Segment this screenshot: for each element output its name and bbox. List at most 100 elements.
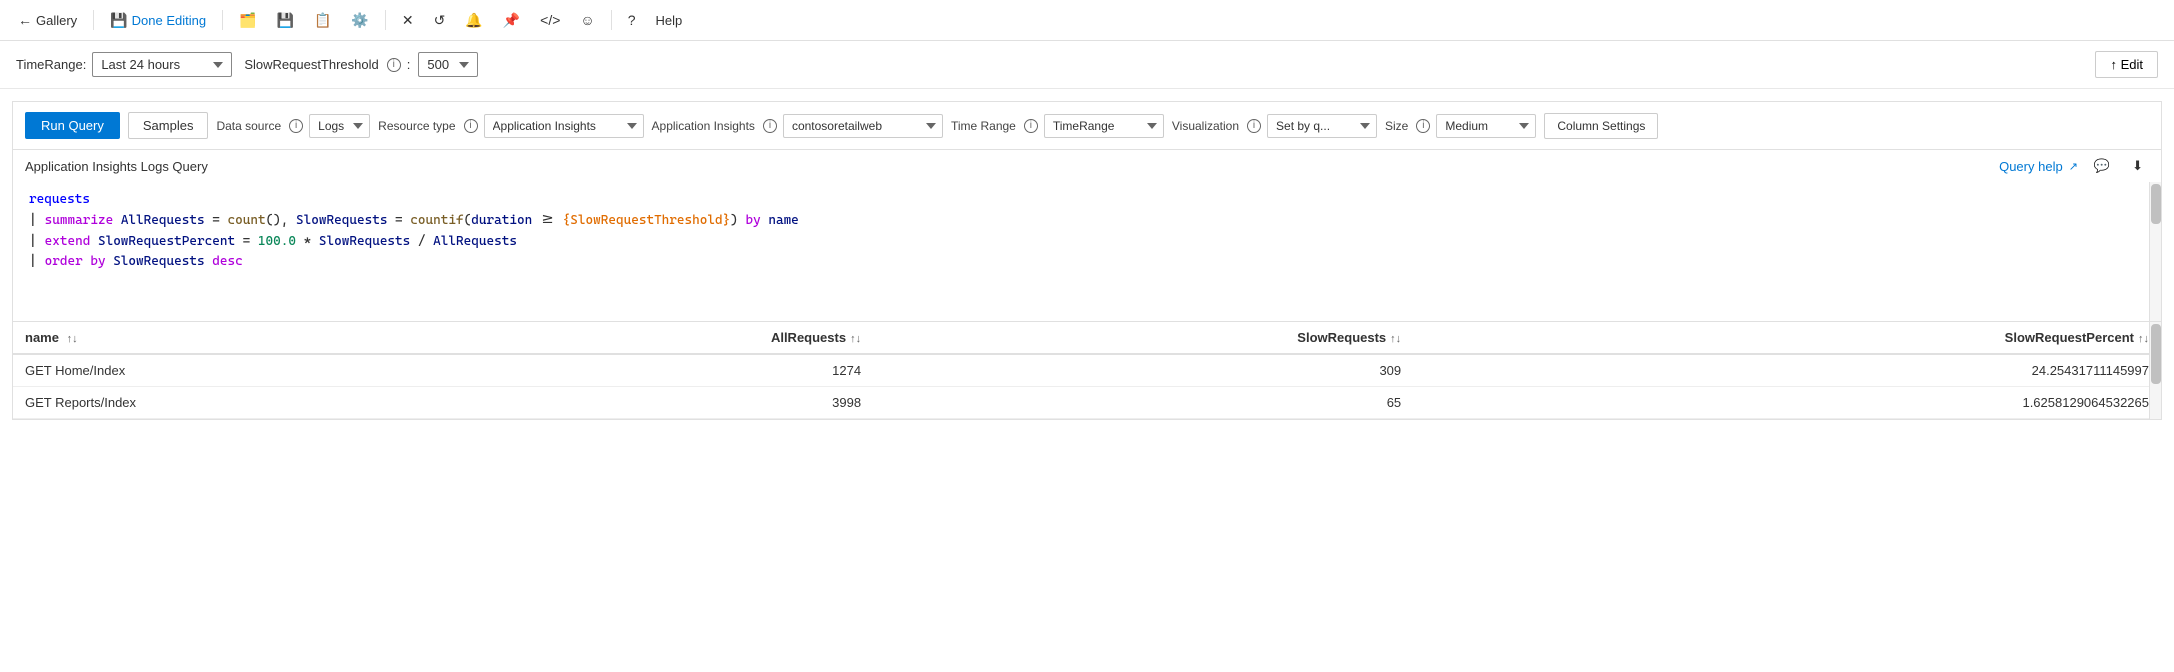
- code-keyword-order: order by: [45, 252, 106, 273]
- edit-button-area: ↑ Edit: [2095, 51, 2158, 78]
- column-settings-button[interactable]: Column Settings: [1544, 113, 1658, 139]
- filter-bar: TimeRange: Last 24 hours SlowRequestThre…: [0, 41, 2174, 89]
- gallery-button[interactable]: ← Gallery: [10, 8, 85, 32]
- samples-button[interactable]: Samples: [128, 112, 209, 139]
- help-button[interactable]: Help: [648, 9, 691, 32]
- pin-button[interactable]: 📌: [495, 8, 528, 33]
- edit-label: ↑ Edit: [2110, 57, 2143, 72]
- emoji-button[interactable]: ☺: [572, 8, 602, 32]
- sort-icon-all-requests: ↑↓: [850, 333, 861, 345]
- help-icon-button[interactable]: ?: [620, 8, 644, 32]
- table-row: GET Home/Index 1274 309 24.2543171114599…: [13, 354, 2161, 387]
- code-icon: </>: [540, 12, 560, 28]
- time-range-filter: TimeRange: Last 24 hours: [16, 52, 232, 77]
- run-query-button[interactable]: Run Query: [25, 112, 120, 139]
- code-line-3: | extend SlowRequestPercent = 100.0 * Sl…: [29, 232, 2145, 253]
- size-info-icon: i: [1416, 119, 1430, 133]
- toolbar-separator-4: [611, 10, 612, 30]
- visualization-select[interactable]: Set by q...: [1267, 114, 1377, 138]
- results-table-wrapper: name ↑↓ AllRequests↑↓ SlowRequests↑↓ Slo…: [13, 322, 2161, 419]
- gallery-label: Gallery: [36, 13, 77, 28]
- file-icon-button[interactable]: 🗂️: [231, 8, 264, 33]
- time-range-query-select[interactable]: TimeRange: [1044, 114, 1164, 138]
- settings-button[interactable]: ⚙️: [343, 8, 376, 33]
- resource-type-select[interactable]: Application Insights: [484, 114, 644, 138]
- app-insights-group: Application Insights i contosoretailweb: [652, 114, 943, 138]
- slow-request-info-icon: i: [387, 58, 401, 72]
- row-1-name: GET Home/Index: [13, 354, 333, 387]
- col-header-slow-pct[interactable]: SlowRequestPercent↑↓: [1413, 322, 2161, 354]
- main-content: Run Query Samples Data source i Logs Res…: [12, 101, 2162, 420]
- slow-request-select[interactable]: 500: [418, 52, 478, 77]
- code-button[interactable]: </>: [532, 8, 568, 32]
- app-insights-select[interactable]: contosoretailweb: [783, 114, 943, 138]
- time-range-select[interactable]: Last 24 hours: [92, 52, 232, 77]
- resource-type-group: Resource type i Application Insights: [378, 114, 643, 138]
- resource-type-info-icon: i: [464, 119, 478, 133]
- copy-icon: 📋: [314, 12, 331, 29]
- pin-icon: 📌: [503, 12, 520, 29]
- query-code-area[interactable]: requests | summarize AllRequests = count…: [13, 182, 2161, 322]
- download-icon: ⬇: [2132, 158, 2143, 174]
- help-label: Help: [656, 13, 683, 28]
- time-range-query-group: Time Range i TimeRange: [951, 114, 1164, 138]
- notifications-button[interactable]: 🔔: [457, 8, 490, 33]
- row-2-slow-requests: 65: [873, 387, 1413, 419]
- code-line-1: requests: [29, 190, 2145, 211]
- visualization-group: Visualization i Set by q...: [1172, 114, 1377, 138]
- app-insights-info-icon: i: [763, 119, 777, 133]
- size-label: Size: [1385, 119, 1408, 133]
- column-settings-label: Column Settings: [1557, 119, 1645, 133]
- query-help-label: Query help: [1999, 159, 2063, 174]
- time-range-query-label: Time Range: [951, 119, 1016, 133]
- row-1-slow-requests: 309: [873, 354, 1413, 387]
- size-select[interactable]: Medium: [1436, 114, 1536, 138]
- sort-icon-slow-requests: ↑↓: [1390, 333, 1401, 345]
- code-keyword-extend: extend: [45, 232, 91, 253]
- samples-label: Samples: [143, 118, 194, 133]
- copy-button[interactable]: 📋: [306, 8, 339, 33]
- external-link-icon: ↗: [2069, 160, 2078, 173]
- code-line-2: | summarize AllRequests = count(), SlowR…: [29, 211, 2145, 232]
- edit-button[interactable]: ↑ Edit: [2095, 51, 2158, 78]
- refresh-button[interactable]: ↺: [426, 8, 454, 33]
- refresh-icon: ↺: [434, 12, 446, 29]
- row-1-all-requests: 1274: [333, 354, 873, 387]
- save-icon: 💾: [110, 12, 127, 29]
- col-header-all-requests[interactable]: AllRequests↑↓: [333, 322, 873, 354]
- sort-icon-slow-pct: ↑↓: [2138, 333, 2149, 345]
- disk-icon: 💾: [277, 12, 294, 29]
- smiley-icon: ☺: [580, 12, 594, 28]
- row-2-name: GET Reports/Index: [13, 387, 333, 419]
- table-scrollbar-thumb: [2151, 324, 2161, 384]
- table-scrollbar[interactable]: [2149, 322, 2161, 419]
- col-header-name[interactable]: name ↑↓: [13, 322, 333, 354]
- query-help-link[interactable]: Query help ↗: [1999, 159, 2078, 174]
- slow-request-label: SlowRequestThreshold: [244, 57, 378, 72]
- done-editing-button[interactable]: 💾 Done Editing: [102, 8, 214, 33]
- gear-icon: ⚙️: [351, 12, 368, 29]
- query-download-button[interactable]: ⬇: [2126, 156, 2149, 176]
- run-query-label: Run Query: [41, 118, 104, 133]
- editor-scrollbar[interactable]: [2149, 182, 2161, 321]
- resource-type-label: Resource type: [378, 119, 455, 133]
- data-source-select[interactable]: Logs: [309, 114, 370, 138]
- col-header-slow-requests[interactable]: SlowRequests↑↓: [873, 322, 1413, 354]
- visualization-label: Visualization: [1172, 119, 1239, 133]
- top-toolbar: ← Gallery 💾 Done Editing 🗂️ 💾 📋 ⚙️ ✕ ↺ 🔔…: [0, 0, 2174, 41]
- data-source-info-icon: i: [289, 119, 303, 133]
- query-chat-icon-button[interactable]: 💬: [2088, 156, 2116, 176]
- question-icon: ?: [628, 12, 636, 28]
- table-header-row: name ↑↓ AllRequests↑↓ SlowRequests↑↓ Slo…: [13, 322, 2161, 354]
- table-row: GET Reports/Index 3998 65 1.625812906453…: [13, 387, 2161, 419]
- data-source-label: Data source: [216, 119, 281, 133]
- row-2-slow-pct: 1.6258129064532265: [1413, 387, 2161, 419]
- close-button[interactable]: ✕: [394, 8, 422, 33]
- query-editor-header: Application Insights Logs Query Query he…: [13, 150, 2161, 182]
- query-toolbar: Run Query Samples Data source i Logs Res…: [13, 102, 2161, 150]
- file-icon: 🗂️: [239, 12, 256, 29]
- code-line-4: | order by SlowRequests desc: [29, 252, 2145, 273]
- chat-icon: 💬: [2094, 158, 2110, 174]
- save-button[interactable]: 💾: [269, 8, 302, 33]
- sort-icon-name: ↑↓: [67, 333, 78, 345]
